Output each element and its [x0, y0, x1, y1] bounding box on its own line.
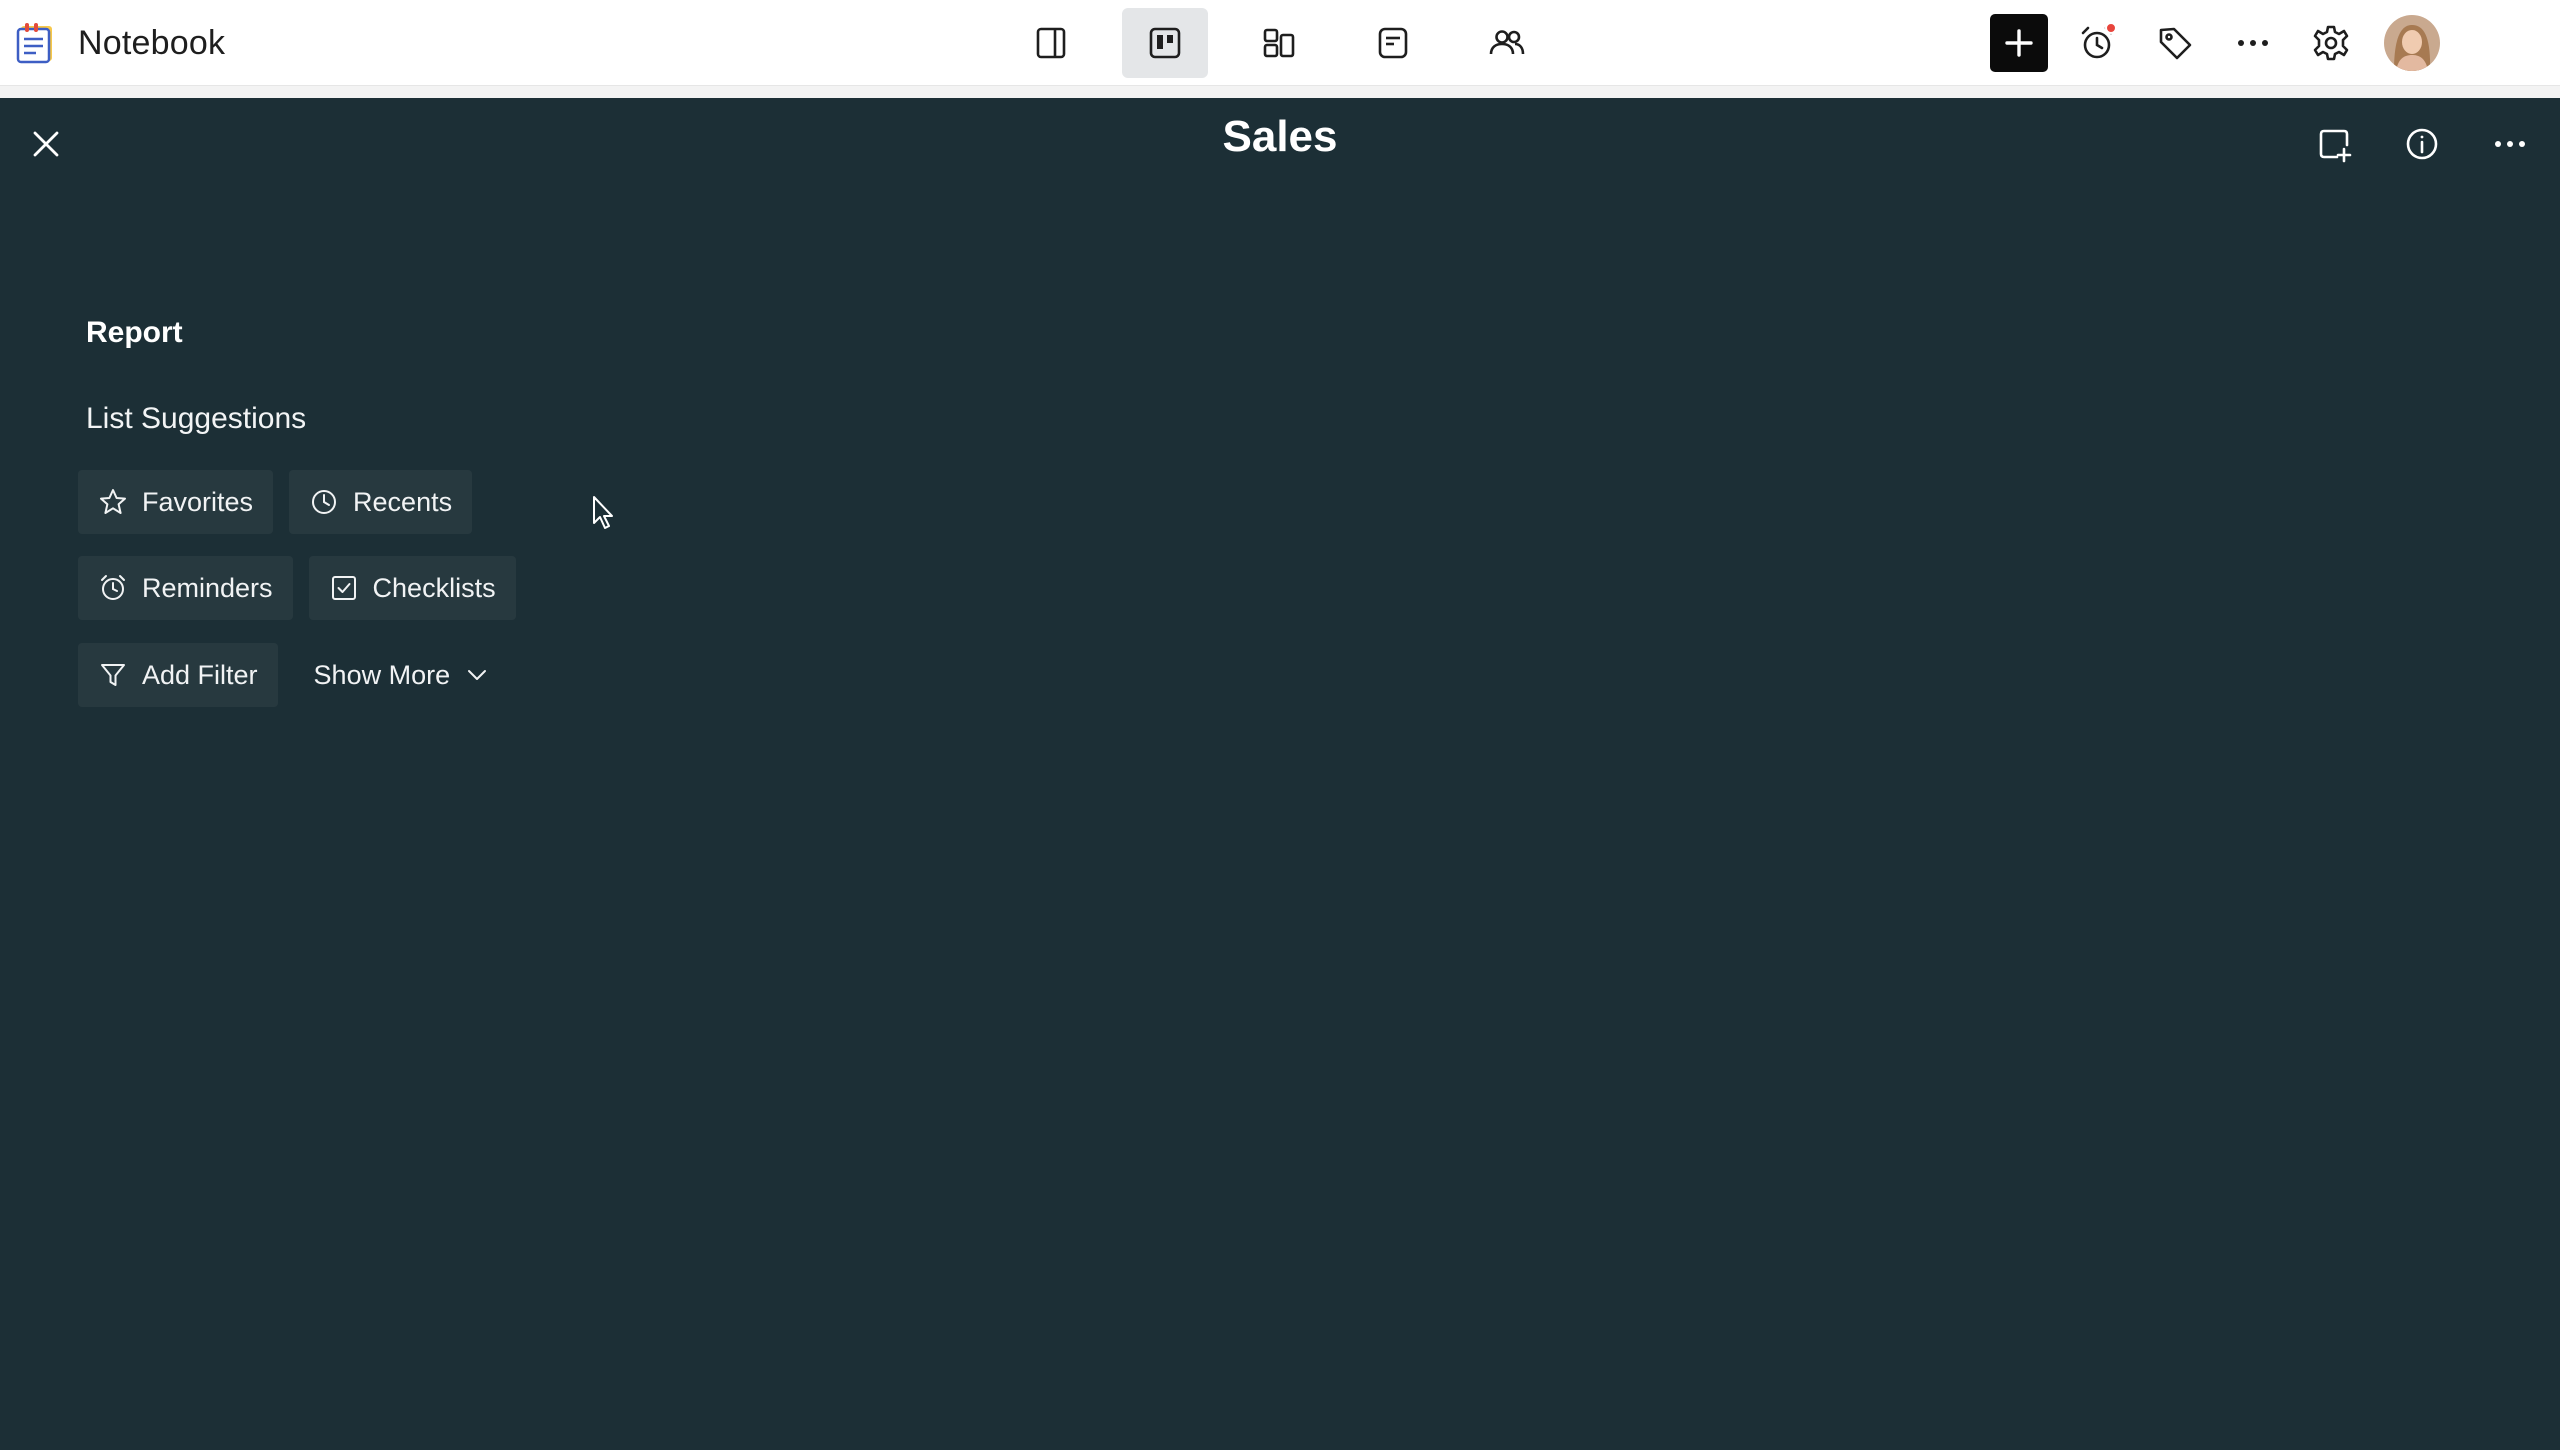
panel-actions	[2306, 116, 2538, 172]
settings-icon	[2313, 25, 2349, 61]
grid-view-button[interactable]	[1236, 8, 1322, 78]
toolbar-right	[1990, 14, 2440, 72]
settings-button[interactable]	[2302, 14, 2360, 72]
card-view-icon	[1149, 27, 1181, 59]
mouse-cursor-icon	[593, 496, 613, 529]
add-button[interactable]	[1990, 14, 2048, 72]
card-view-button[interactable]	[1122, 8, 1208, 78]
more-icon	[2495, 141, 2525, 147]
add-icon	[2005, 29, 2033, 57]
more-icon	[2238, 40, 2268, 46]
view-switcher	[1008, 8, 1550, 78]
add-filter-button[interactable]: Add Filter	[78, 643, 278, 707]
people-icon	[1489, 30, 1525, 55]
new-note-button[interactable]	[2306, 116, 2362, 172]
favorites-chip[interactable]: Favorites	[78, 470, 274, 534]
star-icon	[100, 489, 126, 514]
favorites-label: Favorites	[142, 486, 254, 517]
single-pane-view-icon	[1036, 27, 1066, 59]
notification-dot	[2105, 22, 2117, 34]
reminders-chip[interactable]: Reminders	[78, 556, 293, 620]
alarm-clock-icon	[101, 575, 125, 600]
filter-icon	[101, 664, 125, 686]
add-filter-label: Add Filter	[142, 659, 258, 690]
suggestion-row: Favorites Recents	[78, 470, 488, 534]
user-avatar-icon	[2384, 15, 2440, 71]
note-view-button[interactable]	[1350, 8, 1436, 78]
app-title: Notebook	[78, 23, 226, 62]
close-icon	[33, 131, 59, 157]
chevron-down-icon	[468, 670, 487, 680]
recents-chip[interactable]: Recents	[289, 470, 473, 534]
recents-label: Recents	[353, 486, 453, 517]
checklists-label: Checklists	[372, 572, 496, 603]
checkbox-icon	[331, 576, 356, 600]
suggestion-row: Reminders Checklists	[78, 556, 532, 620]
note-view-icon	[1378, 27, 1408, 59]
close-button[interactable]	[20, 118, 72, 170]
single-pane-view-button[interactable]	[1008, 8, 1094, 78]
topbar-divider	[0, 86, 2560, 98]
info-button[interactable]	[2394, 116, 2450, 172]
show-more-label: Show More	[313, 659, 451, 690]
top-app-bar: Notebook	[0, 0, 2560, 86]
reminder-button[interactable]	[2068, 14, 2126, 72]
page-title: Sales	[1222, 112, 1338, 161]
filter-row: Add Filter Show More	[78, 643, 526, 707]
more-options-button[interactable]	[2224, 14, 2282, 72]
grid-view-icon	[1263, 28, 1295, 58]
tag-icon	[2159, 27, 2192, 60]
avatar[interactable]	[2384, 15, 2440, 71]
list-suggestions-heading: List Suggestions	[86, 402, 307, 435]
show-more-button[interactable]: Show More	[294, 643, 511, 707]
tags-button[interactable]	[2146, 14, 2204, 72]
clock-icon	[312, 490, 337, 514]
panel-more-button[interactable]	[2482, 116, 2538, 172]
notebook-logo-icon	[16, 23, 52, 64]
people-view-button[interactable]	[1464, 8, 1550, 78]
info-icon	[2406, 128, 2438, 160]
report-heading: Report	[86, 316, 183, 349]
new-note-icon	[2319, 129, 2352, 163]
reminders-label: Reminders	[142, 572, 273, 603]
app-brand[interactable]: Notebook	[14, 20, 225, 66]
checklists-chip[interactable]: Checklists	[308, 556, 516, 620]
